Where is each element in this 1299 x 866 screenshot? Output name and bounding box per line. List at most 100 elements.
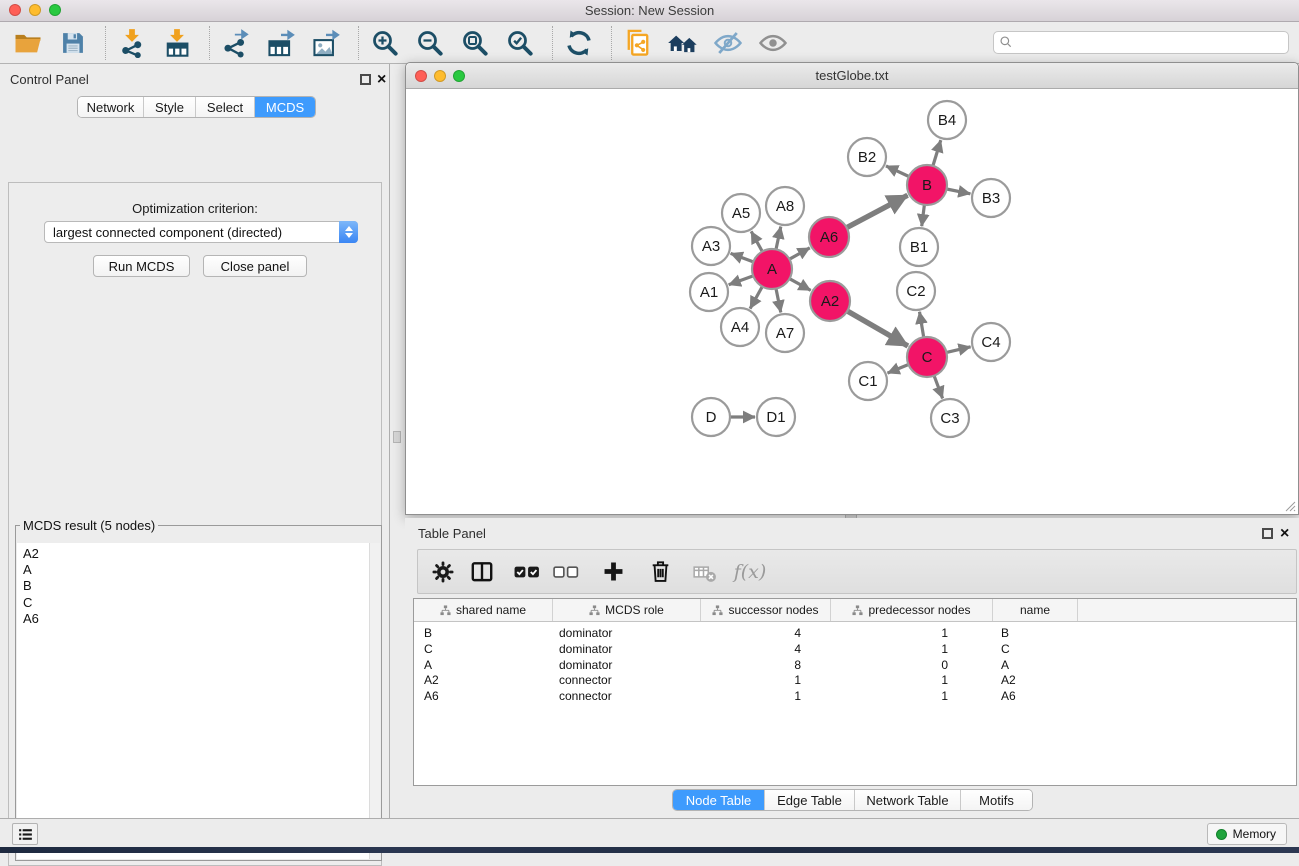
memory-button[interactable]: Memory	[1207, 823, 1287, 845]
search-input[interactable]	[993, 31, 1289, 54]
show-hidden-icon[interactable]	[757, 27, 789, 59]
table-cell[interactable]: 1	[831, 642, 993, 658]
column-header-MCDS-role[interactable]: MCDS role	[553, 599, 701, 621]
table-settings-icon[interactable]	[426, 555, 460, 589]
delete-table-icon[interactable]	[688, 555, 722, 589]
table-cell[interactable]: B	[993, 626, 1078, 642]
tab-network[interactable]: Network	[78, 97, 144, 117]
network-window-titlebar[interactable]: testGlobe.txt	[406, 63, 1298, 89]
close-window-button[interactable]	[9, 4, 21, 16]
graph-edge-A-A2[interactable]	[790, 279, 811, 291]
minimize-network-window-button[interactable]	[434, 70, 446, 82]
tab-network-table[interactable]: Network Table	[855, 790, 961, 810]
graph-edge-A-A6[interactable]	[789, 248, 809, 259]
table-columns-icon[interactable]	[465, 555, 499, 589]
deselect-all-checkboxes-icon[interactable]	[549, 555, 583, 589]
table-row[interactable]: Cdominator41C	[414, 642, 1296, 658]
select-all-checkboxes-icon[interactable]	[510, 555, 544, 589]
table-cell[interactable]: A2	[414, 673, 553, 689]
scrollbar-track[interactable]	[369, 543, 380, 859]
mcds-result-item[interactable]: A2	[17, 546, 380, 562]
graph-edge-A6-B[interactable]	[847, 195, 908, 227]
mcds-result-item[interactable]: A	[17, 562, 380, 578]
column-header-predecessor-nodes[interactable]: predecessor nodes	[831, 599, 993, 621]
graph-edge-A-A3[interactable]	[731, 253, 754, 262]
export-table-icon[interactable]	[265, 27, 297, 59]
table-row[interactable]: A2connector11A2	[414, 673, 1296, 689]
zoom-out-icon[interactable]	[414, 27, 446, 59]
table-cell[interactable]: 1	[831, 626, 993, 642]
graph-edge-A-A8[interactable]	[776, 227, 781, 250]
graph-edge-A2-C[interactable]	[847, 311, 908, 346]
graph-edge-A-A4[interactable]	[750, 287, 762, 309]
graph-edge-C-C1[interactable]	[888, 365, 909, 374]
zoom-network-window-button[interactable]	[453, 70, 465, 82]
graph-edge-A-A5[interactable]	[751, 231, 762, 251]
table-cell[interactable]: 1	[831, 673, 993, 689]
table-cell[interactable]: B	[414, 626, 553, 642]
table-cell[interactable]: connector	[553, 673, 701, 689]
graph-edge-B-B1[interactable]	[922, 205, 925, 226]
column-header-shared-name[interactable]: shared name	[414, 599, 553, 621]
table-cell[interactable]: 1	[831, 689, 993, 705]
graph-edge-B-B4[interactable]	[933, 140, 941, 166]
tab-node-table[interactable]: Node Table	[673, 790, 765, 810]
export-image-icon[interactable]	[310, 27, 342, 59]
table-cell[interactable]: A6	[414, 689, 553, 705]
criterion-select[interactable]: largest connected component (directed)	[44, 221, 358, 243]
tab-style[interactable]: Style	[144, 97, 196, 117]
zoom-in-icon[interactable]	[369, 27, 401, 59]
mcds-result-item[interactable]: A6	[17, 611, 380, 627]
table-cell[interactable]: A6	[993, 689, 1078, 705]
mcds-result-list[interactable]: A2ABCA6	[17, 543, 380, 859]
tab-mcds[interactable]: MCDS	[255, 97, 315, 117]
float-table-panel-icon[interactable]	[1262, 528, 1273, 539]
close-panel-button[interactable]: Close panel	[203, 255, 307, 277]
table-cell[interactable]: 4	[701, 626, 831, 642]
import-network-icon[interactable]	[116, 27, 148, 59]
close-panel-icon[interactable]: ×	[377, 74, 386, 85]
show-all-networks-icon[interactable]	[667, 27, 699, 59]
table-cell[interactable]: connector	[553, 689, 701, 705]
graph-edge-C-C3[interactable]	[934, 376, 943, 399]
close-network-window-button[interactable]	[415, 70, 427, 82]
close-table-panel-icon[interactable]: ×	[1280, 528, 1289, 539]
table-row[interactable]: Adominator80A	[414, 658, 1296, 674]
graph-edge-C-C2[interactable]	[920, 312, 924, 338]
graph-edge-B-B2[interactable]	[886, 166, 909, 177]
add-column-icon[interactable]	[596, 555, 630, 589]
column-header-successor-nodes[interactable]: successor nodes	[701, 599, 831, 621]
task-history-button[interactable]	[12, 823, 38, 845]
float-panel-icon[interactable]	[360, 74, 371, 85]
vertical-splitter-handle[interactable]	[393, 431, 401, 443]
table-row[interactable]: Bdominator41B	[414, 626, 1296, 642]
table-cell[interactable]: dominator	[553, 642, 701, 658]
export-network-icon[interactable]	[220, 27, 252, 59]
network-from-selection-icon[interactable]	[622, 27, 654, 59]
save-session-icon[interactable]	[57, 27, 89, 59]
hide-selected-icon[interactable]	[712, 27, 744, 59]
network-canvas[interactable]: B4B2BB3A8A5A6A3B1AC2A1A2A4A7C4CC1C3DD1	[406, 89, 1298, 514]
table-row[interactable]: A6connector11A6	[414, 689, 1296, 705]
table-cell[interactable]: 0	[831, 658, 993, 674]
zoom-selected-icon[interactable]	[504, 27, 536, 59]
table-cell[interactable]: dominator	[553, 658, 701, 674]
run-mcds-button[interactable]: Run MCDS	[93, 255, 190, 277]
table-cell[interactable]: 4	[701, 642, 831, 658]
table-cell[interactable]: C	[414, 642, 553, 658]
minimize-window-button[interactable]	[29, 4, 41, 16]
column-header-name[interactable]: name	[993, 599, 1078, 621]
table-cell[interactable]: A	[993, 658, 1078, 674]
graph-edge-C-C4[interactable]	[947, 347, 971, 353]
function-builder-icon[interactable]: f(x)	[733, 555, 767, 589]
table-cell[interactable]: A2	[993, 673, 1078, 689]
import-table-icon[interactable]	[161, 27, 193, 59]
mcds-result-item[interactable]: C	[17, 595, 380, 611]
graph-edge-A-A1[interactable]	[729, 276, 754, 285]
delete-column-icon[interactable]	[643, 555, 677, 589]
open-session-icon[interactable]	[12, 27, 44, 59]
mcds-result-item[interactable]: B	[17, 578, 380, 594]
zoom-fit-icon[interactable]	[459, 27, 491, 59]
tab-motifs[interactable]: Motifs	[961, 790, 1032, 810]
graph-edge-B-B3[interactable]	[947, 189, 971, 194]
